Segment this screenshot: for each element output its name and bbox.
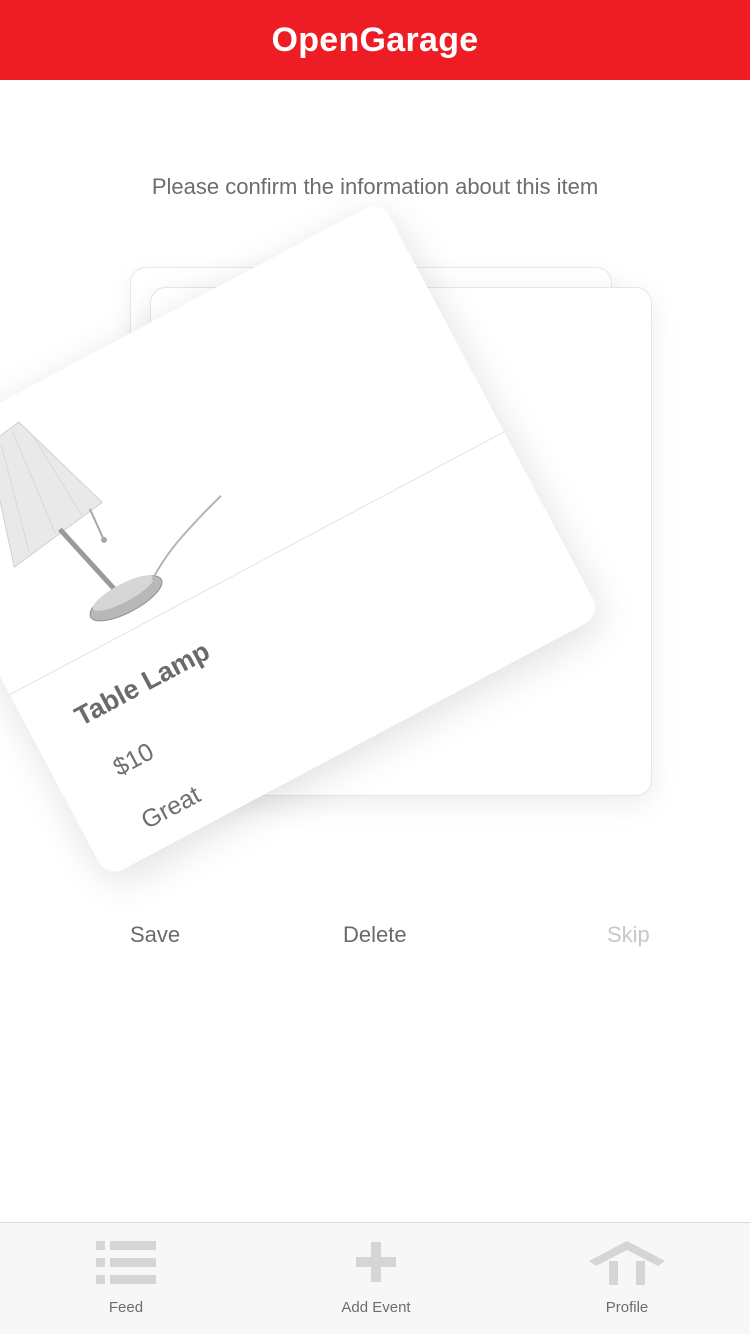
tab-label-add-event: Add Event <box>341 1299 411 1316</box>
house-icon <box>589 1241 665 1285</box>
tab-profile[interactable]: Profile <box>527 1223 727 1334</box>
tab-bar: Feed Add Event Profile <box>0 1222 750 1334</box>
save-button[interactable]: Save <box>130 922 180 948</box>
plus-icon <box>356 1242 396 1282</box>
tab-feed[interactable]: Feed <box>26 1223 226 1334</box>
tab-add-event[interactable]: Add Event <box>276 1223 476 1334</box>
skip-button[interactable]: Skip <box>607 922 650 948</box>
nav-bar: OpenGarage <box>0 0 750 80</box>
tab-label-profile: Profile <box>605 1299 649 1316</box>
item-condition: Great <box>136 780 206 835</box>
list-icon <box>96 1241 156 1284</box>
screen: OpenGarage Please confirm the informatio… <box>0 0 750 1334</box>
item-price: $10 <box>108 737 159 782</box>
delete-button[interactable]: Delete <box>343 922 407 948</box>
tab-label-feed: Feed <box>108 1299 144 1316</box>
app-title: OpenGarage <box>271 20 479 59</box>
table-lamp-icon <box>0 421 222 622</box>
confirm-prompt: Please confirm the information about thi… <box>151 174 599 199</box>
